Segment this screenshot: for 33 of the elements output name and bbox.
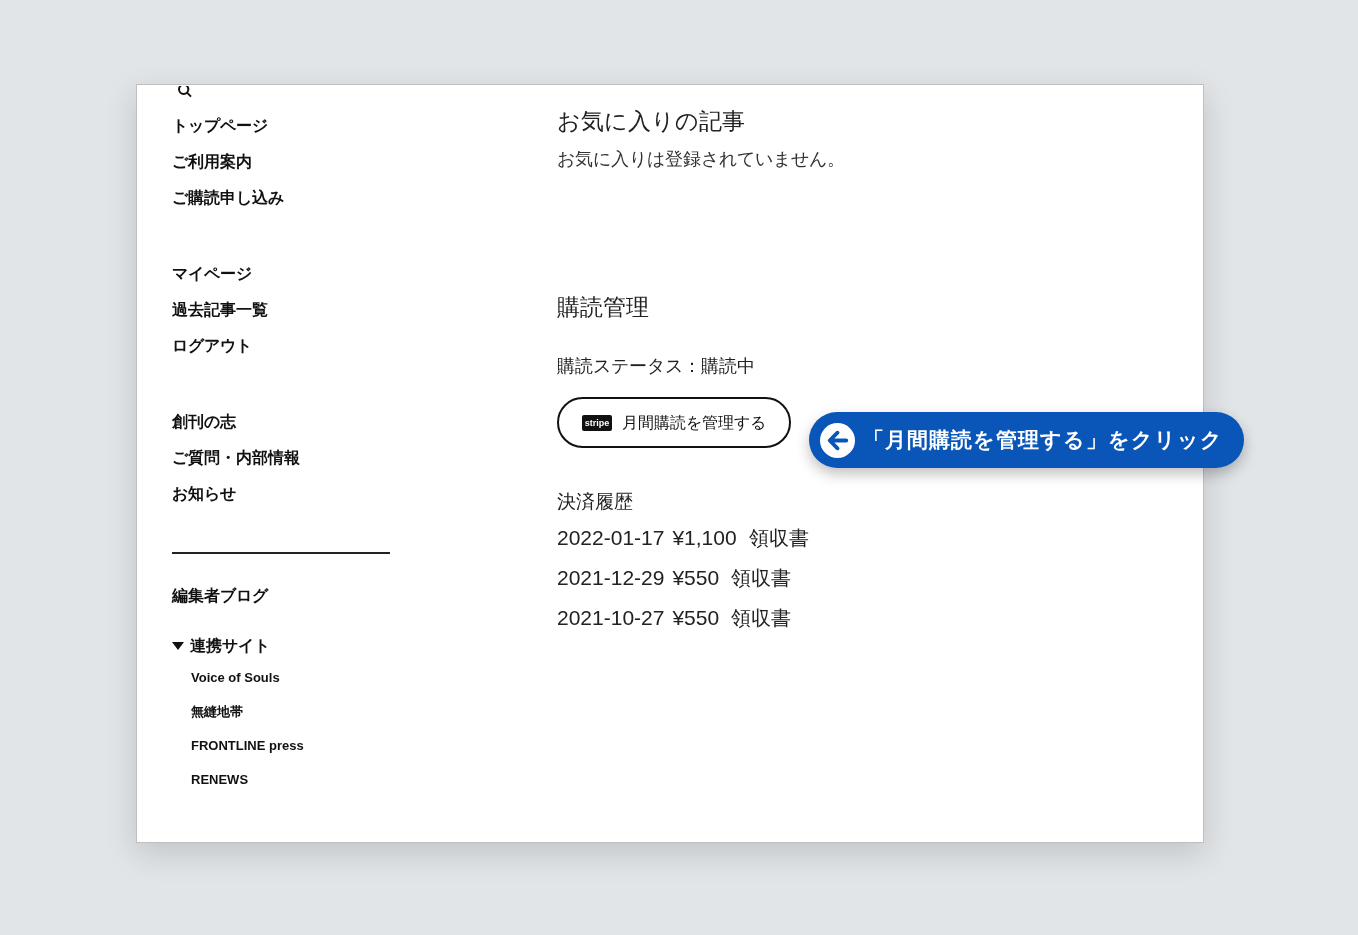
payment-date: 2021-12-29 (557, 565, 665, 591)
sidebar-section-toggle[interactable]: 連携サイト (190, 634, 270, 658)
partner-site-link[interactable]: RENEWS (191, 770, 249, 790)
sidebar-link[interactable]: ご質問・内部情報 (172, 446, 300, 470)
sidebar-link[interactable]: ご利用案内 (172, 150, 252, 174)
sidebar-link[interactable]: ログアウト (172, 334, 252, 358)
section-heading: 決済履歴 (557, 490, 633, 514)
section-heading: お気に入りの記事 (557, 107, 745, 136)
manage-subscription-button[interactable]: stripe 月間購読を管理する (557, 397, 791, 448)
payment-amount: ¥1,100 (672, 525, 737, 551)
sidebar-link[interactable]: お知らせ (172, 482, 236, 506)
sidebar-link[interactable]: ご購読申し込み (172, 186, 284, 210)
sidebar-link[interactable]: 創刊の志 (172, 410, 236, 434)
sidebar-link[interactable]: トップページ (172, 114, 268, 138)
sidebar-link[interactable]: 編集者ブログ (172, 584, 268, 608)
empty-message: お気に入りは登録されていません。 (557, 147, 845, 171)
receipt-link[interactable]: 領収書 (731, 564, 792, 592)
payment-date: 2021-10-27 (557, 605, 665, 631)
subscription-status: 購読ステータス：購読中 (557, 355, 755, 378)
instruction-callout: 「月間購読を管理する」をクリック (809, 412, 1244, 468)
payment-date: 2022-01-17 (557, 525, 665, 551)
receipt-link[interactable]: 領収書 (748, 524, 809, 552)
partner-site-link[interactable]: FRONTLINE press (191, 736, 304, 756)
payment-amount: ¥550 (672, 565, 720, 591)
expand-triangle-icon[interactable] (172, 642, 184, 650)
receipt-link[interactable]: 領収書 (731, 604, 792, 632)
sidebar-link[interactable]: 過去記事一覧 (172, 298, 268, 322)
section-heading: 購読管理 (557, 293, 649, 322)
stripe-logo: stripe (581, 414, 613, 431)
partner-site-link[interactable]: Voice of Souls (191, 668, 280, 688)
sidebar-link[interactable]: マイページ (172, 262, 252, 286)
payment-amount: ¥550 (672, 605, 720, 631)
partner-site-link[interactable]: 無縫地帯 (191, 702, 243, 722)
